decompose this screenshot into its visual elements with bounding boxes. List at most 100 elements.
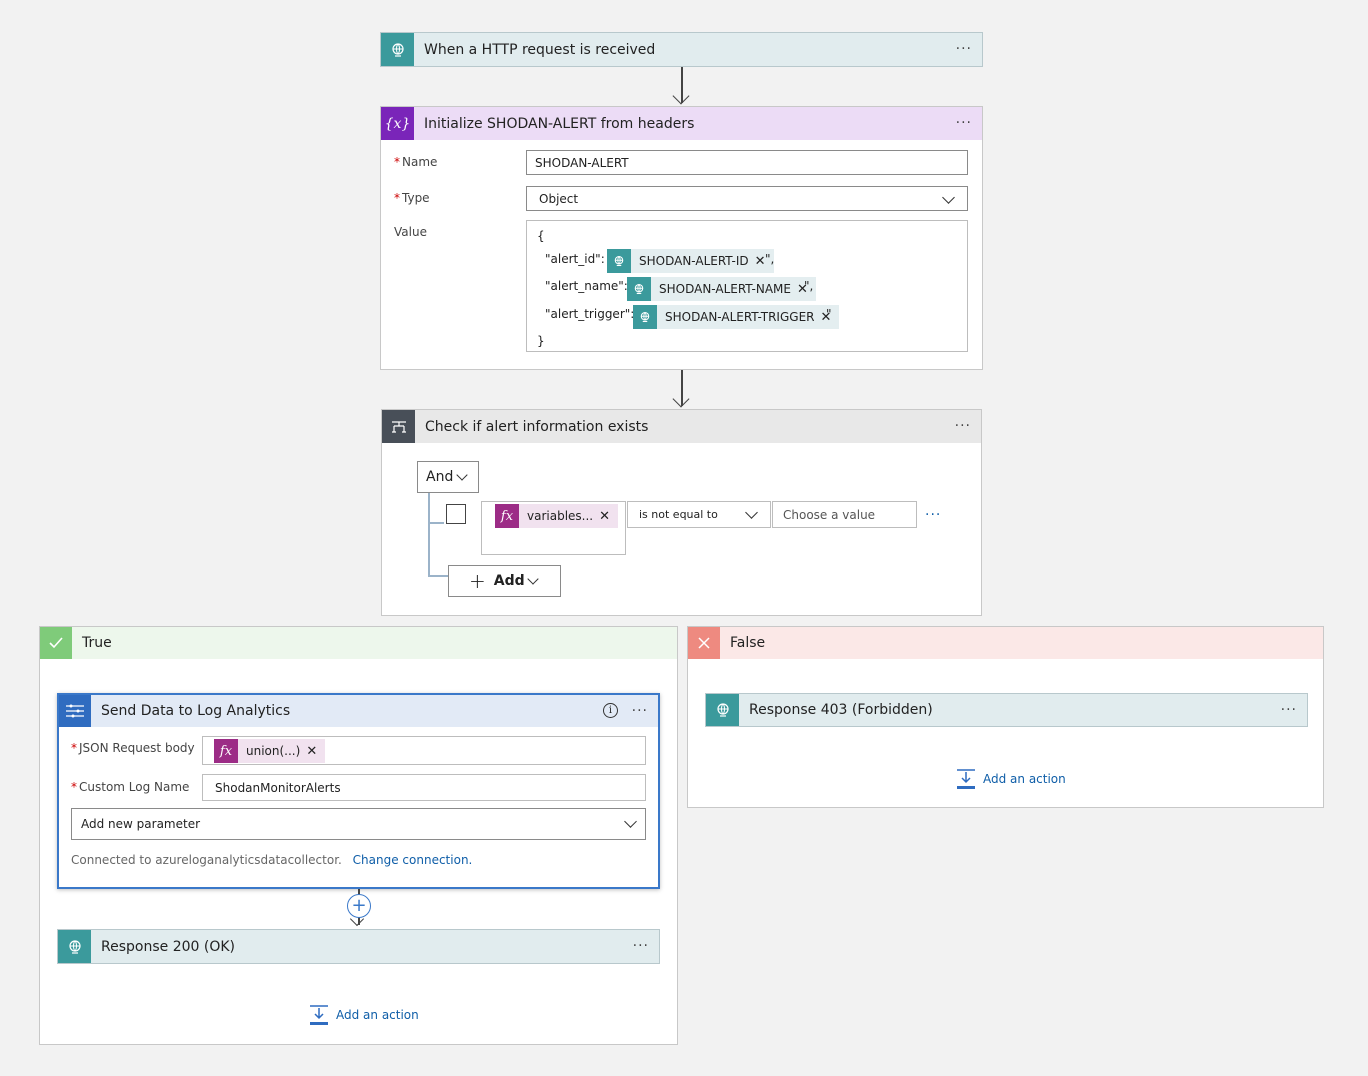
trigger-card[interactable]: When a HTTP request is received ···	[380, 32, 983, 67]
json-body-label: * JSON Request body	[71, 741, 195, 755]
json-body-field[interactable]: fx union(...) ✕	[202, 736, 646, 765]
name-input[interactable]: SHODAN-ALERT	[526, 150, 968, 175]
http-globe-icon	[381, 33, 414, 66]
right-placeholder: Choose a value	[783, 507, 876, 522]
code-text: ",	[804, 279, 814, 293]
response-403-header[interactable]: Response 403 (Forbidden) ···	[706, 694, 1307, 726]
response-200-title: Response 200 (OK)	[101, 938, 235, 955]
http-globe-icon	[58, 930, 91, 963]
name-value: SHODAN-ALERT	[535, 155, 629, 170]
custom-log-name-input[interactable]: ShodanMonitorAlerts	[202, 774, 646, 801]
http-globe-icon	[706, 694, 739, 726]
trigger-header[interactable]: When a HTTP request is received ···	[381, 33, 982, 66]
false-branch-header[interactable]: False	[688, 627, 1323, 659]
type-value: Object	[539, 191, 579, 206]
left-operand-field[interactable]: fx variables... ✕	[481, 501, 626, 555]
operator-value: is not equal to	[639, 508, 718, 521]
token-label: SHODAN-ALERT-ID	[639, 254, 749, 268]
send-data-title: Send Data to Log Analytics	[101, 703, 291, 719]
condition-title: Check if alert information exists	[425, 418, 649, 435]
value-label: Value	[394, 225, 427, 239]
true-branch-header[interactable]: True	[40, 627, 677, 659]
send-data-header[interactable]: Send Data to Log Analytics i ···	[59, 695, 658, 727]
more-options-icon[interactable]: ···	[632, 703, 648, 719]
initialize-variable-header[interactable]: {x} Initialize SHODAN-ALERT from headers…	[381, 107, 982, 140]
chevron-down-icon	[456, 469, 468, 481]
checkmark-icon	[40, 627, 72, 659]
false-branch-title: False	[730, 635, 766, 651]
log-analytics-icon	[59, 695, 91, 727]
alert-trigger-token[interactable]: SHODAN-ALERT-TRIGGER ✕	[633, 305, 840, 329]
code-text: "alert_trigger": "	[545, 307, 644, 321]
response-403-card[interactable]: Response 403 (Forbidden) ···	[705, 693, 1308, 727]
response-200-card[interactable]: Response 200 (OK) ···	[57, 929, 660, 964]
more-options-icon[interactable]: ···	[1281, 702, 1297, 718]
connected-text: Connected to azureloganalyticsdatacollec…	[71, 853, 342, 867]
code-text: {	[537, 229, 545, 243]
tree-line	[428, 575, 448, 577]
operator-select[interactable]: is not equal to	[627, 501, 771, 528]
group-operator-value: And	[426, 469, 454, 485]
connector-arrow	[672, 87, 690, 105]
change-connection-link[interactable]: Change connection.	[353, 853, 473, 867]
alert-id-token[interactable]: SHODAN-ALERT-ID ✕	[607, 249, 774, 273]
response-200-header[interactable]: Response 200 (OK) ···	[58, 930, 659, 963]
initialize-title: Initialize SHODAN-ALERT from headers	[424, 115, 695, 132]
more-options-icon[interactable]: ···	[955, 418, 971, 434]
group-operator-select[interactable]: And	[417, 461, 479, 493]
initialize-variable-card[interactable]: {x} Initialize SHODAN-ALERT from headers…	[380, 106, 983, 370]
function-fx-icon: fx	[214, 739, 238, 763]
code-text: "alert_id": "	[545, 252, 615, 266]
connector-arrow	[672, 390, 690, 408]
code-text: }	[537, 334, 545, 348]
union-token[interactable]: fx union(...) ✕	[214, 739, 326, 763]
send-data-card[interactable]: Send Data to Log Analytics i ··· * JSON R…	[57, 693, 660, 889]
row-checkbox[interactable]	[446, 504, 466, 524]
variables-token[interactable]: fx variables... ✕	[495, 504, 619, 528]
plus-icon: +	[469, 569, 486, 593]
close-icon	[688, 627, 720, 659]
add-new-parameter-select[interactable]: Add new parameter	[71, 808, 646, 840]
alert-name-token[interactable]: SHODAN-ALERT-NAME ✕	[627, 277, 816, 301]
row-more-icon[interactable]: ···	[925, 507, 941, 523]
condition-icon	[382, 410, 415, 443]
type-select[interactable]: Object	[526, 186, 968, 211]
function-fx-icon: fx	[495, 504, 519, 528]
more-options-icon[interactable]: ···	[633, 938, 649, 954]
token-label: union(...)	[246, 744, 301, 758]
true-branch-title: True	[82, 635, 112, 651]
condition-card[interactable]: Check if alert information exists ··· An…	[381, 409, 982, 616]
true-branch-container: True Send Data to Log Analytics i ··· * J…	[39, 626, 678, 1045]
add-condition-button[interactable]: + Add	[448, 565, 561, 597]
more-options-icon[interactable]: ···	[956, 115, 972, 131]
code-text: ",	[765, 252, 775, 266]
name-label: * Name	[394, 155, 438, 169]
custom-log-name-value: ShodanMonitorAlerts	[215, 780, 341, 795]
chevron-down-icon	[745, 506, 758, 519]
add-action-icon	[310, 1005, 328, 1025]
tree-line	[428, 493, 430, 576]
remove-token-icon[interactable]: ✕	[755, 254, 766, 269]
http-globe-icon	[627, 277, 651, 301]
value-editor[interactable]: { "alert_id": " SHODAN-ALERT-ID ✕ ", "al…	[526, 220, 968, 352]
tree-line	[428, 522, 444, 524]
chevron-down-icon	[942, 191, 955, 204]
right-operand-input[interactable]: Choose a value	[772, 501, 917, 528]
false-branch-container: False Response 403 (Forbidden) ··· Add a…	[687, 626, 1324, 808]
add-label: Add	[493, 573, 525, 589]
more-options-icon[interactable]: ···	[956, 41, 972, 57]
token-label: SHODAN-ALERT-TRIGGER	[665, 310, 815, 324]
code-text: "alert_name": "	[545, 279, 638, 293]
remove-token-icon[interactable]: ✕	[599, 509, 610, 524]
type-label: * Type	[394, 191, 430, 205]
trigger-title: When a HTTP request is received	[424, 41, 656, 58]
info-icon[interactable]: i	[603, 703, 618, 718]
true-add-action-button[interactable]: Add an action	[308, 1004, 419, 1026]
false-add-action-button[interactable]: Add an action	[955, 768, 1066, 790]
remove-token-icon[interactable]: ✕	[306, 744, 317, 759]
http-globe-icon	[633, 305, 657, 329]
add-action-label: Add an action	[336, 1008, 419, 1022]
condition-header[interactable]: Check if alert information exists ···	[382, 410, 981, 443]
connection-info: Connected to azureloganalyticsdatacollec…	[71, 853, 472, 867]
custom-log-name-label: * Custom Log Name	[71, 780, 190, 794]
